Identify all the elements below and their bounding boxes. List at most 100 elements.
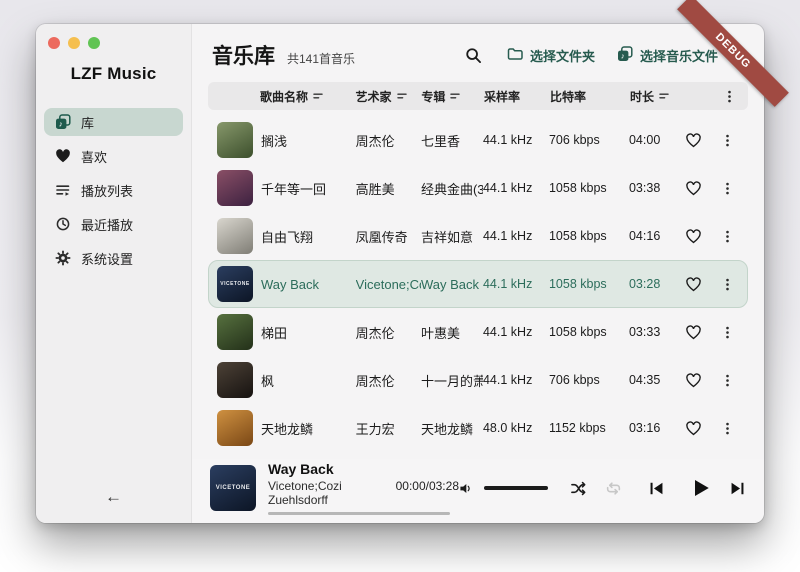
progress-bar[interactable] xyxy=(268,512,450,515)
library-icon: ♪ xyxy=(55,114,71,130)
table-row[interactable]: 天地龙鳞 王力宏 天地龙鳞 48.0 kHz 1152 kbps 03:16 xyxy=(208,404,748,452)
svg-text:♪: ♪ xyxy=(59,120,63,129)
window-controls xyxy=(48,37,100,49)
table-row[interactable]: 自由飞翔 凤凰传奇 吉祥如意 44.1 kHz 1058 kbps 04:16 xyxy=(208,212,748,260)
song-duration: 04:16 xyxy=(629,229,683,243)
now-playing-title: Way Back xyxy=(268,461,459,477)
sidebar-item-playlists[interactable]: 播放列表 xyxy=(44,176,183,204)
row-kebab-icon[interactable] xyxy=(717,321,739,343)
sidebar-item-settings[interactable]: 系统设置 xyxy=(44,244,183,272)
album-art xyxy=(217,122,253,158)
app-brand: LZF Music xyxy=(36,64,191,84)
song-artist: 周杰伦 xyxy=(356,371,421,390)
album-art: VICETONE xyxy=(217,266,253,302)
album-art xyxy=(217,410,253,446)
album-art-label: VICETONE xyxy=(216,485,251,491)
zoom-window-button[interactable] xyxy=(88,37,100,49)
song-bitrate: 706 kbps xyxy=(549,373,629,387)
repeat-icon[interactable] xyxy=(605,480,622,497)
previous-track-icon[interactable] xyxy=(648,480,665,497)
volume-icon[interactable] xyxy=(459,481,474,496)
sort-icon xyxy=(313,91,323,101)
song-artist: 王力宏 xyxy=(356,419,421,438)
sidebar-item-library[interactable]: ♪ 库 xyxy=(44,108,183,136)
table-options-kebab-icon[interactable] xyxy=(718,85,740,107)
main-header: 音乐库 共141首音乐 选择文件夹 xyxy=(192,24,764,78)
sidebar-item-recent[interactable]: 最近播放 xyxy=(44,210,183,238)
song-artist: 周杰伦 xyxy=(356,323,421,342)
play-icon[interactable] xyxy=(691,478,711,498)
library-count: 共141首音乐 xyxy=(287,50,355,67)
table-row[interactable]: 梯田 周杰伦 叶惠美 44.1 kHz 1058 kbps 03:33 xyxy=(208,308,748,356)
row-kebab-icon[interactable] xyxy=(717,369,739,391)
row-kebab-icon[interactable] xyxy=(717,225,739,247)
favorite-heart-icon[interactable] xyxy=(683,417,705,439)
song-list: 搁浅 周杰伦 七里香 44.1 kHz 706 kbps 04:00 千年等一回… xyxy=(192,116,764,459)
volume-slider[interactable] xyxy=(484,486,548,490)
now-playing-artist: Vicetone;Cozi Zuehlsdorff xyxy=(268,479,380,507)
favorite-heart-icon[interactable] xyxy=(683,129,705,151)
table-row[interactable]: 枫 周杰伦 十一月的萧邦 44.1 kHz 706 kbps 04:35 xyxy=(208,356,748,404)
minimize-window-button[interactable] xyxy=(68,37,80,49)
next-track-icon[interactable] xyxy=(729,480,746,497)
album-art xyxy=(217,170,253,206)
favorite-heart-icon[interactable] xyxy=(683,177,705,199)
song-sample-rate: 44.1 kHz xyxy=(483,229,549,243)
favorite-heart-icon[interactable] xyxy=(683,273,705,295)
sidebar-item-favorites[interactable]: 喜欢 xyxy=(44,142,183,170)
clock-icon xyxy=(55,216,71,232)
search-icon[interactable] xyxy=(463,44,485,66)
song-duration: 03:16 xyxy=(629,421,683,435)
column-song-name[interactable]: 歌曲名称 xyxy=(260,88,356,105)
main-panel: DEBUG 音乐库 共141首音乐 选择文件夹 xyxy=(192,24,764,523)
sidebar-item-label: 最近播放 xyxy=(81,215,133,234)
shuffle-icon[interactable] xyxy=(570,480,587,497)
choose-folder-label: 选择文件夹 xyxy=(530,46,595,65)
song-album: 叶惠美 xyxy=(421,323,483,342)
header-actions: 选择文件夹 ♪ 选择音乐文件 xyxy=(463,44,718,66)
column-sample-rate[interactable]: 采样率 xyxy=(484,88,550,105)
column-duration[interactable]: 时长 xyxy=(630,88,684,105)
song-title: Way Back xyxy=(261,277,356,292)
row-kebab-icon[interactable] xyxy=(717,273,739,295)
close-window-button[interactable] xyxy=(48,37,60,49)
song-bitrate: 1058 kbps xyxy=(549,277,629,291)
column-artist[interactable]: 艺术家 xyxy=(356,88,422,105)
song-title: 天地龙鳞 xyxy=(261,419,356,438)
song-title: 梯田 xyxy=(261,323,356,342)
back-button[interactable]: ← xyxy=(105,487,122,507)
favorite-heart-icon[interactable] xyxy=(683,225,705,247)
table-row[interactable]: 千年等一回 高胜美 经典金曲(3)如果... 44.1 kHz 1058 kbp… xyxy=(208,164,748,212)
table-header: 歌曲名称 艺术家 专辑 采样率 比特率 时长 xyxy=(208,82,748,110)
sidebar-item-label: 喜欢 xyxy=(81,147,107,166)
song-artist: Vicetone;Cozi Zu... xyxy=(356,277,421,292)
playlist-icon xyxy=(55,182,71,198)
row-kebab-icon[interactable] xyxy=(717,177,739,199)
sort-icon xyxy=(397,91,407,101)
music-file-icon: ♪ xyxy=(617,46,633,65)
song-sample-rate: 44.1 kHz xyxy=(483,325,549,339)
song-album: Way Back xyxy=(421,277,483,292)
favorite-heart-icon[interactable] xyxy=(683,321,705,343)
table-row[interactable]: 搁浅 周杰伦 七里香 44.1 kHz 706 kbps 04:00 xyxy=(208,116,748,164)
column-album[interactable]: 专辑 xyxy=(421,88,484,105)
song-title: 搁浅 xyxy=(261,131,356,150)
choose-folder-button[interactable]: 选择文件夹 xyxy=(507,46,595,65)
playback-time: 00:00/03:28 xyxy=(396,479,459,493)
choose-music-files-label: 选择音乐文件 xyxy=(640,46,718,65)
favorite-heart-icon[interactable] xyxy=(683,369,705,391)
sidebar-menu: ♪ 库 喜欢 xyxy=(36,108,191,272)
app-window: LZF Music ♪ 库 喜欢 xyxy=(36,24,764,523)
player-bar: VICETONE Way Back Vicetone;Cozi Zuehlsdo… xyxy=(192,459,764,523)
song-album: 吉祥如意 xyxy=(421,227,483,246)
choose-music-files-button[interactable]: ♪ 选择音乐文件 xyxy=(617,46,718,65)
player-controls xyxy=(459,478,746,498)
column-bitrate[interactable]: 比特率 xyxy=(550,88,630,105)
song-duration: 04:00 xyxy=(629,133,683,147)
song-sample-rate: 44.1 kHz xyxy=(483,373,549,387)
table-row[interactable]: VICETONE Way Back Vicetone;Cozi Zu... Wa… xyxy=(208,260,748,308)
row-kebab-icon[interactable] xyxy=(717,129,739,151)
album-art xyxy=(217,362,253,398)
row-kebab-icon[interactable] xyxy=(717,417,739,439)
song-sample-rate: 44.1 kHz xyxy=(483,133,549,147)
